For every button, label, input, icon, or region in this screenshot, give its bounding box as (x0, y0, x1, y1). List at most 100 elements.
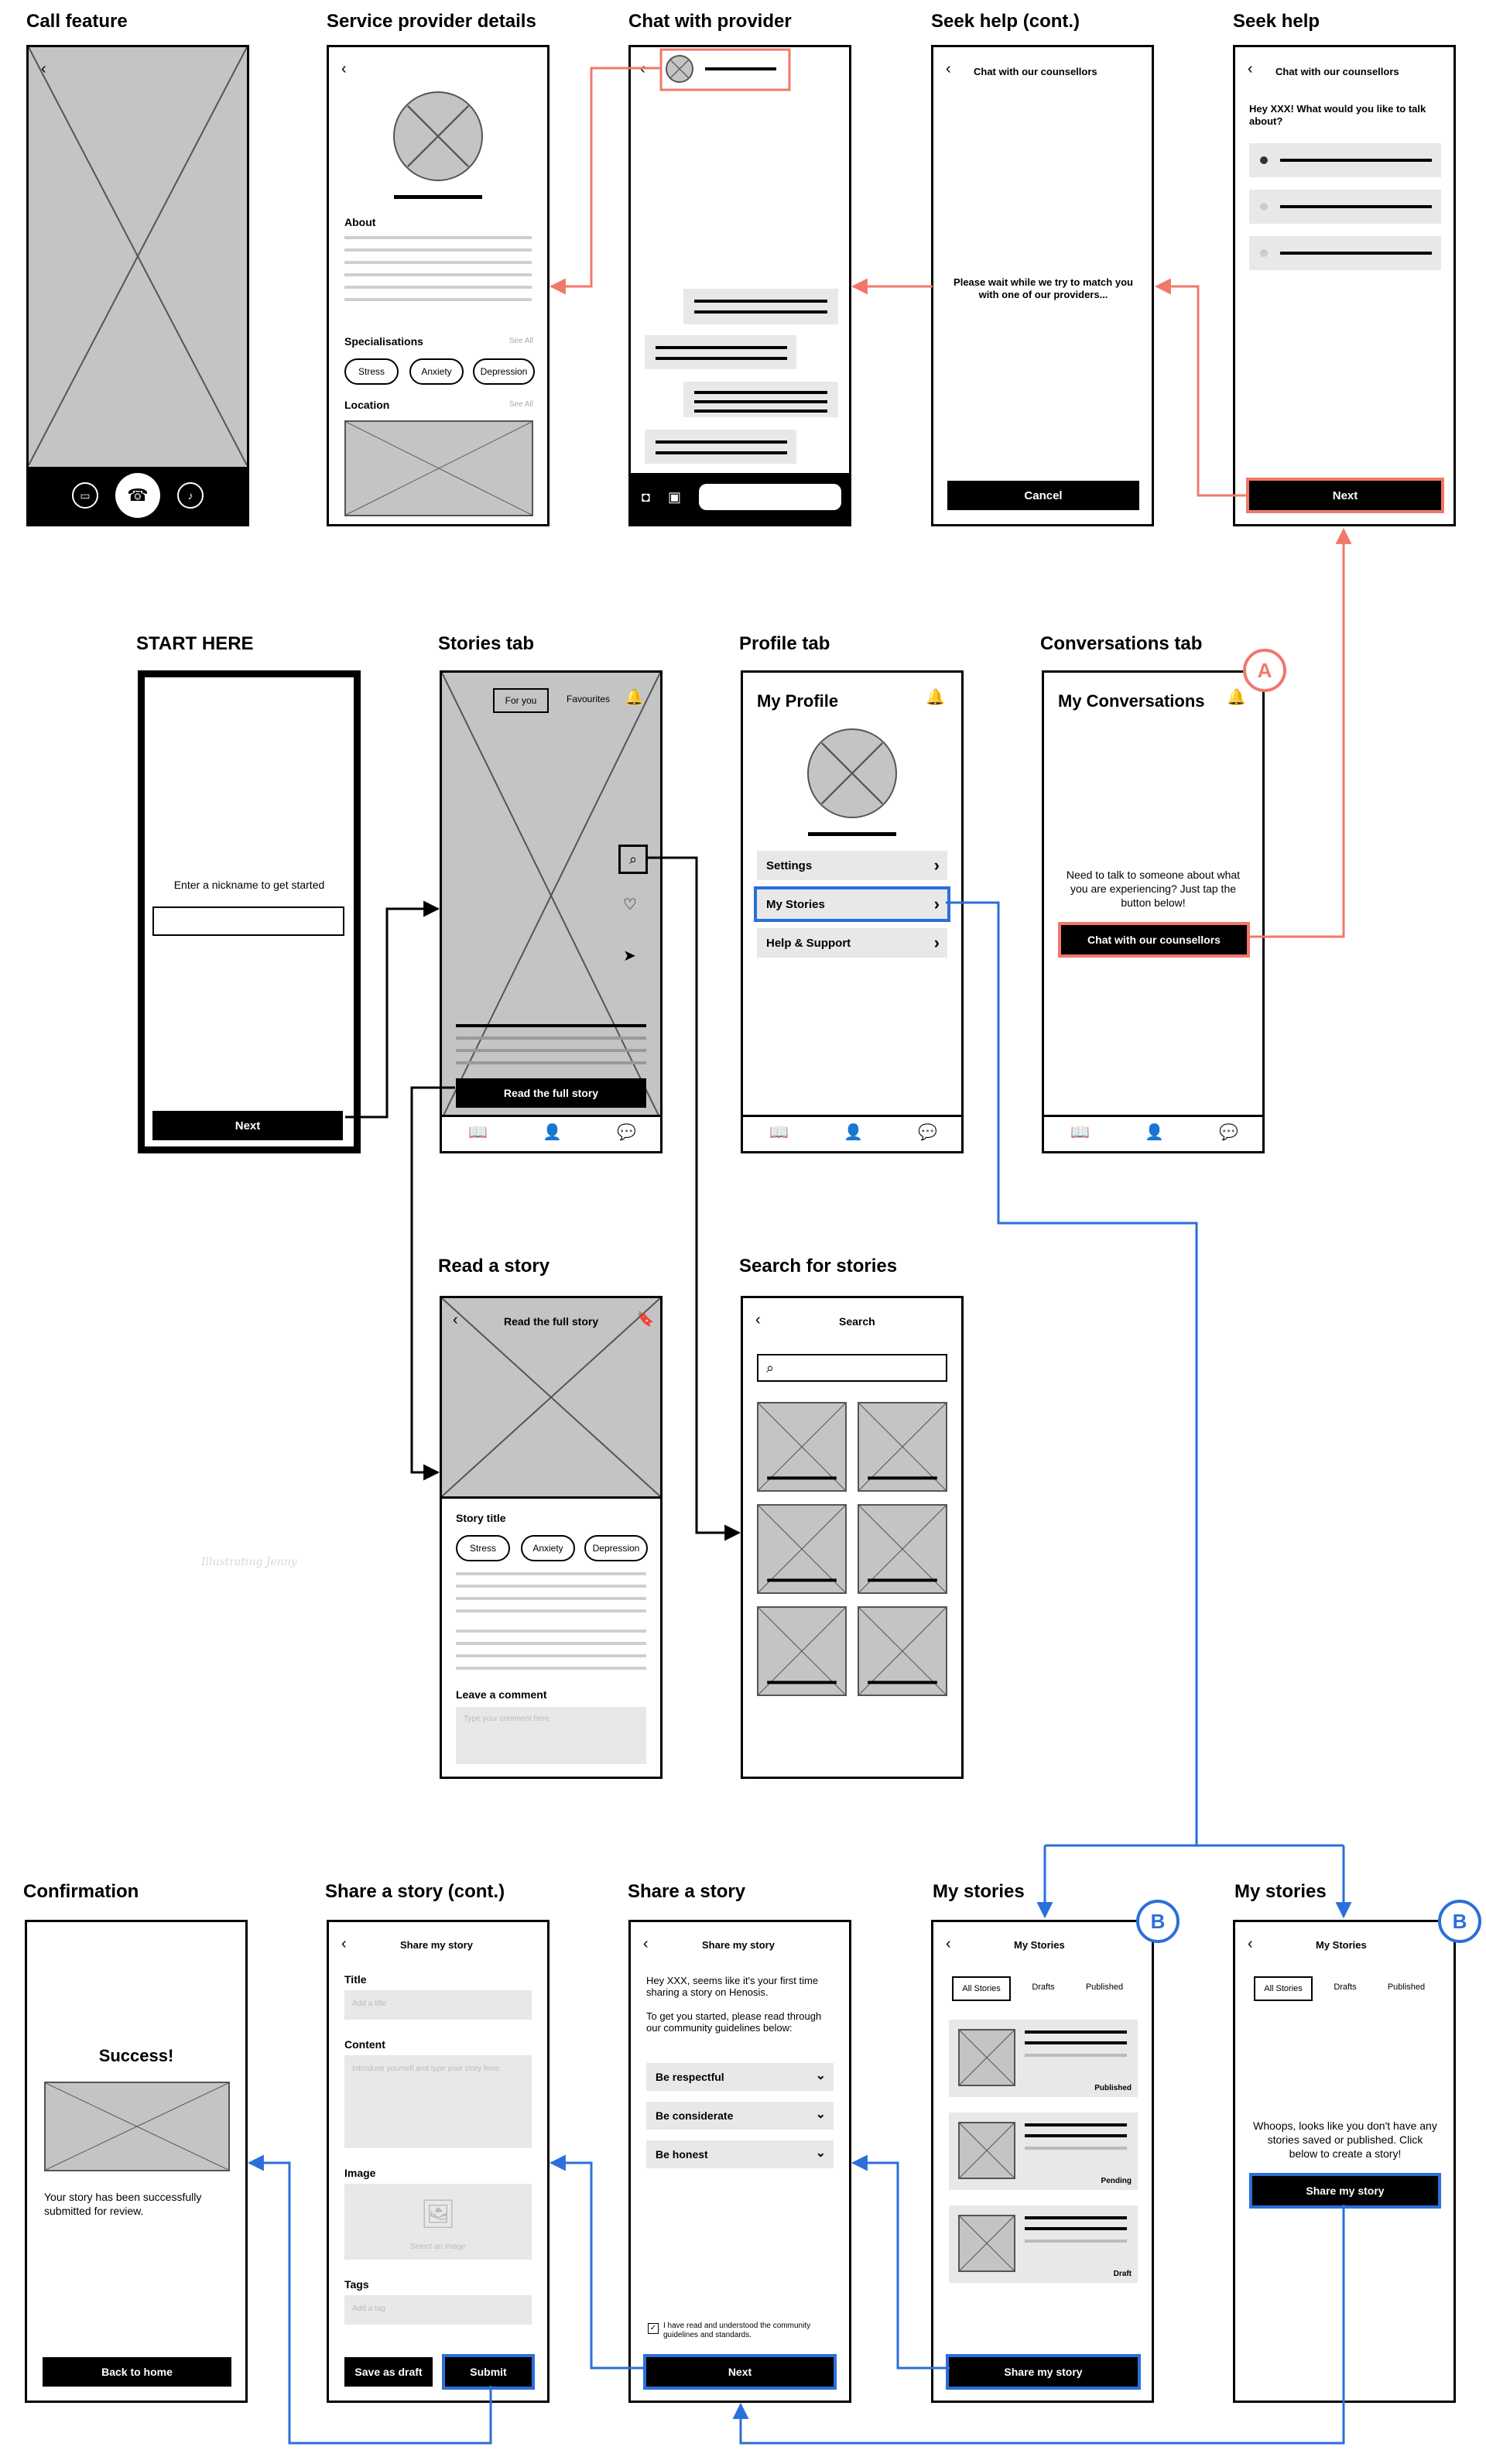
image-label: Image (344, 2167, 376, 2179)
chat-icon[interactable]: 💬 (617, 1125, 636, 1140)
story-thumbnail[interactable] (757, 1606, 847, 1696)
title-input[interactable]: Add a title (344, 1990, 532, 2020)
share-header: Share my story (702, 1939, 775, 1951)
tab-for-you[interactable]: For you (493, 688, 549, 713)
tab-all-stories[interactable]: All Stories (952, 1976, 1011, 2001)
hang-up-phone-icon[interactable]: ☎ (115, 473, 160, 518)
share-my-story-button[interactable]: Share my story (946, 2354, 1141, 2390)
my-stories-header: My Stories (1316, 1939, 1367, 1951)
topic-option[interactable] (1249, 190, 1441, 224)
story-thumbnail[interactable] (858, 1606, 947, 1696)
question-text: Hey XXX! What would you like to talk abo… (1249, 103, 1426, 127)
submit-button[interactable]: Submit (442, 2354, 535, 2390)
comment-input[interactable]: Type your comment here (456, 1707, 646, 1764)
back-to-home-button[interactable]: Back to home (43, 2357, 231, 2387)
story-card[interactable]: Pending (949, 2113, 1138, 2190)
watermark-text: Illustrating Jenny (201, 1556, 297, 1568)
chat-icon[interactable]: 💬 (918, 1125, 937, 1140)
person-icon[interactable]: 👤 (1145, 1125, 1164, 1140)
agree-checkbox[interactable]: ✓ (648, 2323, 659, 2334)
rule-be-considerate[interactable]: Be considerate ⌄ (646, 2102, 834, 2130)
phone-share-story: ‹ Share my story Hey XXX, seems like it'… (628, 1920, 851, 2403)
back-chevron-icon[interactable]: ‹ (41, 61, 46, 77)
provider-avatar (393, 91, 483, 181)
back-chevron-icon[interactable]: ‹ (640, 61, 645, 77)
camera-icon[interactable]: ◘ (642, 490, 650, 504)
back-chevron-icon[interactable]: ‹ (946, 61, 951, 77)
tab-published[interactable]: Published (1379, 1976, 1433, 1998)
tab-drafts[interactable]: Drafts (1020, 1976, 1067, 1998)
image-picker[interactable]: 🖼 Select an image (344, 2184, 532, 2260)
image-icon[interactable]: ▣ (668, 490, 681, 504)
story-thumbnail[interactable] (757, 1504, 847, 1594)
chat-input-bar: ◘ ▣ (631, 473, 849, 524)
menu-item-help-support[interactable]: Help & Support › (757, 928, 947, 958)
video-camera-icon[interactable]: ▭ (72, 482, 98, 509)
back-chevron-icon[interactable]: ‹ (946, 1936, 951, 1952)
book-icon[interactable]: 📖 (1070, 1125, 1090, 1140)
story-card[interactable]: Draft (949, 2205, 1138, 2283)
topic-option[interactable] (1249, 236, 1441, 270)
bell-icon[interactable]: 🔔 (1227, 690, 1246, 705)
success-illustration (44, 2082, 230, 2171)
back-chevron-icon[interactable]: ‹ (341, 61, 347, 77)
microphone-icon[interactable]: ♪ (177, 482, 204, 509)
leave-comment-label: Leave a comment (456, 1688, 547, 1701)
title-confirmation: Confirmation (23, 1881, 139, 1902)
book-icon[interactable]: 📖 (769, 1125, 789, 1140)
next-button[interactable]: Next (152, 1111, 343, 1140)
tab-drafts[interactable]: Drafts (1322, 1976, 1368, 1998)
story-card-thumbnail (958, 2029, 1015, 2086)
story-status: Published (1094, 2084, 1132, 2092)
person-icon[interactable]: 👤 (844, 1125, 863, 1140)
see-all-link[interactable]: See All (509, 337, 533, 345)
tag-stress: Stress (456, 1535, 510, 1561)
chat-counsellors-button[interactable]: Chat with our counsellors (1058, 922, 1250, 958)
chat-icon[interactable]: 💬 (1219, 1125, 1238, 1140)
menu-item-settings[interactable]: Settings › (757, 851, 947, 880)
title-chat-provider: Chat with provider (628, 11, 792, 32)
tab-published[interactable]: Published (1077, 1976, 1132, 1998)
tab-favourites[interactable]: Favourites (560, 688, 617, 710)
back-chevron-icon[interactable]: ‹ (453, 1312, 458, 1328)
agree-text: I have read and understood the community… (663, 2322, 811, 2339)
content-textarea[interactable]: Introduce yourself and type your story h… (344, 2055, 532, 2148)
back-chevron-icon[interactable]: ‹ (1248, 61, 1253, 77)
rule-be-respectful[interactable]: Be respectful ⌄ (646, 2063, 834, 2091)
next-button[interactable]: Next (643, 2354, 837, 2390)
topic-option[interactable] (1249, 143, 1441, 177)
back-chevron-icon[interactable]: ‹ (341, 1936, 347, 1952)
send-icon[interactable]: ➤ (623, 948, 636, 964)
share-my-story-button[interactable]: Share my story (1249, 2173, 1441, 2209)
search-icon[interactable]: ⌕ (618, 845, 648, 874)
phone-start-here: Enter a nickname to get started Next (138, 670, 361, 1153)
cancel-button[interactable]: Cancel (947, 481, 1139, 510)
rule-be-honest[interactable]: Be honest ⌄ (646, 2140, 834, 2168)
story-card[interactable]: Published (949, 2020, 1138, 2097)
book-icon[interactable]: 📖 (468, 1125, 488, 1140)
tags-input[interactable]: Add a tag (344, 2295, 532, 2325)
menu-item-my-stories[interactable]: My Stories › (754, 886, 950, 922)
title-my-stories-1: My stories (933, 1881, 1025, 1902)
save-draft-button[interactable]: Save as draft (344, 2357, 433, 2387)
story-thumbnail[interactable] (757, 1402, 847, 1492)
back-chevron-icon[interactable]: ‹ (1248, 1936, 1253, 1952)
search-input[interactable]: ⌕ (757, 1354, 947, 1382)
person-icon[interactable]: 👤 (543, 1125, 562, 1140)
see-all-location-link[interactable]: See All (509, 400, 533, 409)
tab-all-stories[interactable]: All Stories (1254, 1976, 1313, 2001)
read-full-story-button[interactable]: Read the full story (456, 1078, 646, 1108)
chevron-down-icon: ⌄ (815, 2147, 826, 2160)
nickname-input[interactable] (152, 906, 344, 936)
back-chevron-icon[interactable]: ‹ (755, 1312, 761, 1328)
tags-label: Tags (344, 2278, 369, 2291)
heart-icon[interactable]: ♡ (623, 897, 637, 913)
bell-icon[interactable]: 🔔 (926, 690, 945, 705)
story-thumbnail[interactable] (858, 1504, 947, 1594)
chat-message-input[interactable] (699, 484, 841, 510)
bookmark-icon[interactable]: 🔖 (637, 1312, 654, 1326)
back-chevron-icon[interactable]: ‹ (643, 1936, 649, 1952)
story-thumbnail[interactable] (858, 1402, 947, 1492)
bell-icon[interactable]: 🔔 (625, 690, 644, 705)
next-button[interactable]: Next (1246, 478, 1444, 513)
